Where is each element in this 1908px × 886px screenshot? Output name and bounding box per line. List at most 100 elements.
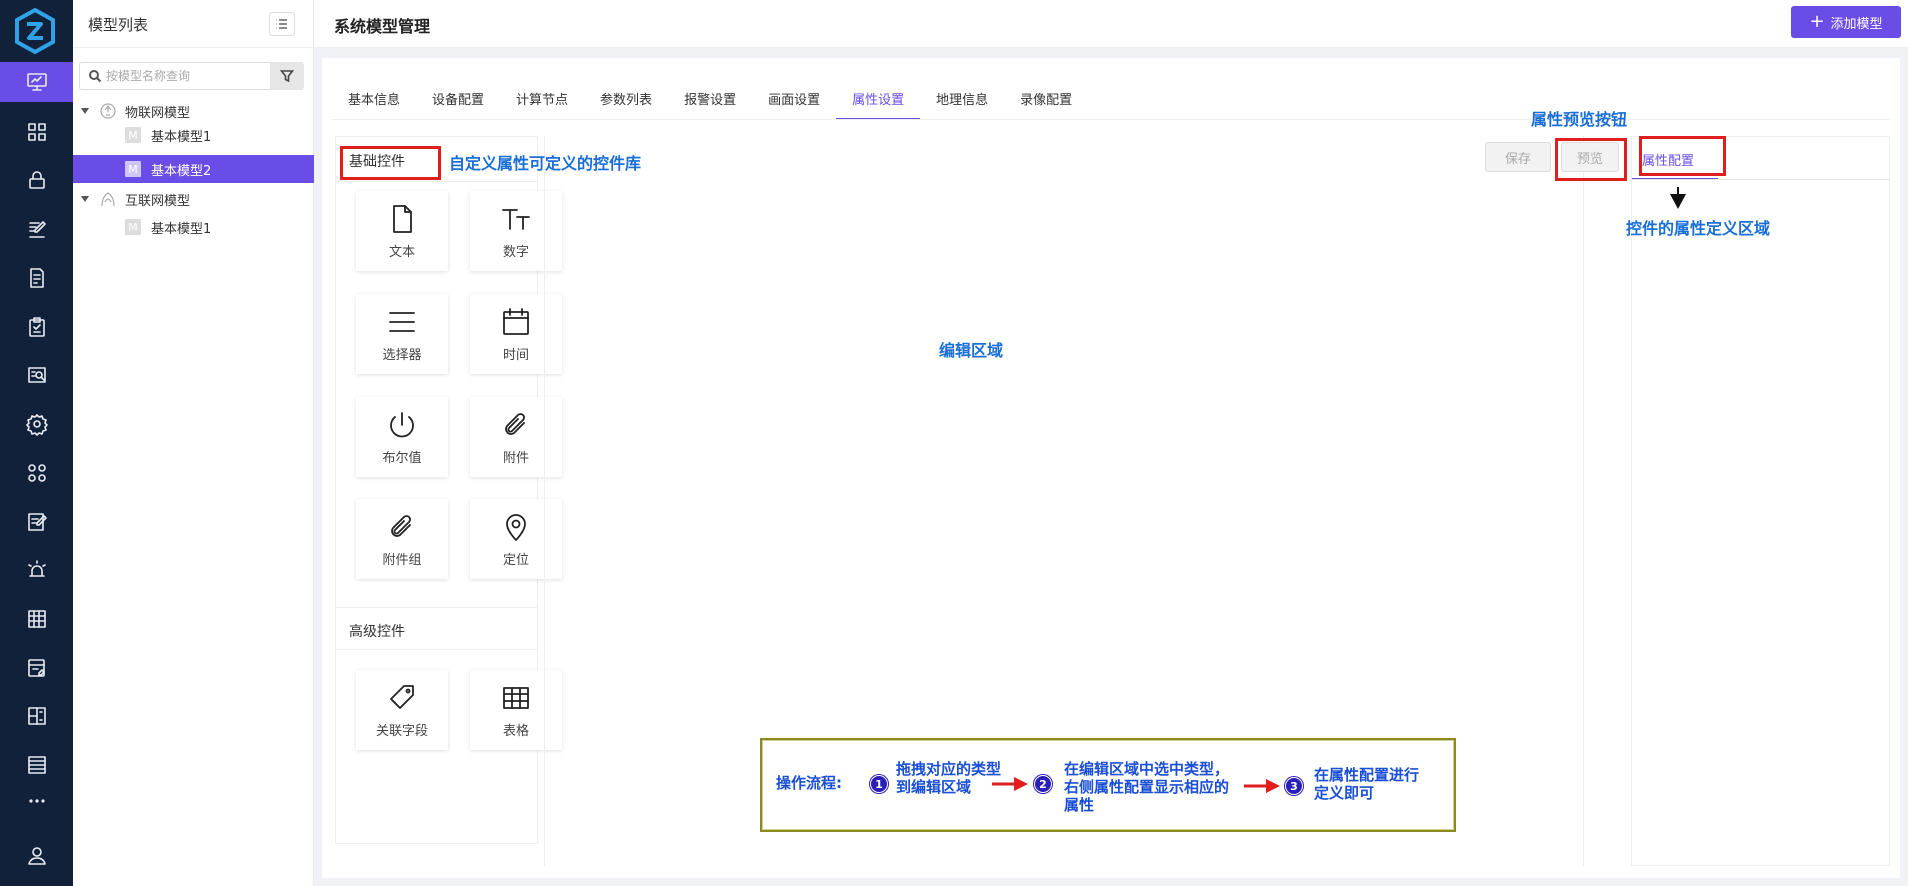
- nav-table-grid-icon[interactable]: [0, 599, 73, 639]
- search-icon: [89, 70, 102, 83]
- tab-geo-info[interactable]: 地理信息: [920, 82, 1004, 120]
- tab-divider: [332, 119, 1890, 120]
- nav-alarm-icon[interactable]: [0, 550, 73, 590]
- control-selector[interactable]: 选择器: [356, 294, 448, 374]
- control-label: 文本: [388, 245, 415, 260]
- tree-title: 模型列表: [88, 16, 149, 34]
- nav-screen-search-icon[interactable]: [0, 356, 73, 396]
- control-label: 关联字段: [375, 724, 428, 739]
- tree-node-model[interactable]: M 基本模型1: [73, 213, 314, 241]
- step-number: 3: [1285, 777, 1303, 795]
- control-attachment-group[interactable]: 附件组: [356, 499, 448, 579]
- iot-group-icon: [99, 102, 117, 120]
- annotation-library-note: 自定义属性可定义的控件库: [449, 154, 642, 173]
- annotation-box-attr-tab: [1639, 136, 1726, 176]
- page-title: 系统模型管理: [334, 17, 431, 36]
- nav-checklist-icon[interactable]: [0, 307, 73, 347]
- tab-param-list[interactable]: 参数列表: [584, 82, 668, 120]
- tree-node-label: 互联网模型: [125, 193, 191, 209]
- control-label: 时间: [502, 348, 529, 363]
- nav-more-icon[interactable]: [0, 781, 73, 821]
- caret-down-icon[interactable]: [81, 196, 89, 202]
- filter-button[interactable]: [270, 62, 304, 90]
- tag-icon: [390, 685, 414, 709]
- tab-screen-settings[interactable]: 画面设置: [752, 82, 836, 120]
- location-icon: [506, 514, 526, 541]
- control-library: 基础控件 文本 数字 选择器 时间 布尔值 附件 附件组 定位 高级控件 关联字…: [335, 136, 562, 844]
- attribute-panel: [1631, 136, 1890, 866]
- divider: [336, 607, 537, 608]
- calendar-icon: [503, 308, 529, 335]
- tree-node-label: 基本模型1: [151, 129, 212, 145]
- table-icon: [503, 687, 529, 709]
- nav-note-icon[interactable]: [0, 258, 73, 298]
- control-label: 附件组: [382, 553, 422, 568]
- nav-edit-doc-icon[interactable]: [0, 648, 73, 688]
- control-related-field[interactable]: 关联字段: [356, 670, 448, 750]
- tree-node-model[interactable]: M 基本模型1: [73, 121, 314, 149]
- paperclip-icon: [391, 515, 411, 537]
- nav-edit-icon[interactable]: [0, 210, 73, 250]
- annotation-preview-note: 属性预览按钮: [1531, 110, 1628, 129]
- tab-video-config[interactable]: 录像配置: [1004, 82, 1088, 120]
- annotation-editor-note: 编辑区域: [939, 341, 1004, 360]
- file-icon: [393, 205, 412, 233]
- flow-step-3: 在属性配置进行定义即可: [1314, 766, 1420, 802]
- nav-rail: [0, 0, 73, 886]
- control-label: 布尔值: [382, 451, 422, 466]
- control-boolean[interactable]: 布尔值: [356, 397, 448, 477]
- tree-node-model-selected[interactable]: M 基本模型2: [73, 155, 314, 183]
- nav-list-icon[interactable]: [0, 745, 73, 785]
- save-button[interactable]: 保存: [1485, 142, 1551, 172]
- control-label: 数字: [502, 245, 529, 260]
- tab-attribute-settings[interactable]: 属性设置: [836, 82, 921, 120]
- tab-basic-info[interactable]: 基本信息: [332, 82, 416, 120]
- tab-compute-node[interactable]: 计算节点: [500, 82, 584, 120]
- nav-grid-icon[interactable]: [0, 112, 73, 152]
- app-logo-icon[interactable]: [10, 6, 60, 56]
- control-text[interactable]: 文本: [356, 191, 448, 271]
- control-label: 选择器: [382, 348, 422, 363]
- nav-gear-icon[interactable]: [0, 404, 73, 444]
- tree-node-label: 基本模型1: [151, 221, 212, 237]
- tree-node-label: 基本模型2: [151, 163, 212, 179]
- tab-device-config[interactable]: 设备配置: [416, 82, 500, 120]
- list-icon: [276, 19, 287, 29]
- arrow-right-icon: [1244, 779, 1280, 793]
- nav-apps-icon[interactable]: [0, 453, 73, 493]
- tree-header: 模型列表: [73, 0, 314, 48]
- annotation-attr-note: 控件的属性定义区域: [1626, 219, 1771, 238]
- nav-edit2-icon[interactable]: [0, 502, 73, 542]
- advanced-controls-title: 高级控件: [349, 624, 405, 640]
- divider: [336, 649, 537, 650]
- menu-icon: [389, 312, 415, 332]
- list-toggle-button[interactable]: [269, 12, 295, 36]
- model-badge: M: [125, 219, 141, 235]
- caret-down-icon[interactable]: [81, 108, 89, 114]
- text-size-icon: [502, 209, 530, 230]
- annotation-box-preview: [1555, 138, 1627, 181]
- internet-group-icon: [99, 190, 117, 208]
- tab-alarm-settings[interactable]: 报警设置: [668, 82, 752, 120]
- model-tree-panel: 模型列表 物联网模型 M 基本模型1 M 基本模型2 互联网模型 M 基本模型1: [73, 0, 314, 886]
- flow-step-1: 拖拽对应的类型到编辑区域: [896, 760, 1002, 796]
- annotation-box-library: [340, 146, 441, 180]
- step-number: 2: [1034, 775, 1052, 793]
- nav-monitor-icon[interactable]: [0, 62, 73, 102]
- model-badge: M: [125, 127, 141, 143]
- nav-lock-icon[interactable]: [0, 160, 73, 200]
- tab-bar: 基本信息 设备配置 计算节点 参数列表 报警设置 画面设置 属性设置 地理信息 …: [332, 82, 1088, 120]
- tree-node-group[interactable]: 互联网模型: [73, 185, 314, 213]
- add-model-button[interactable]: + 添加模型: [1791, 6, 1901, 38]
- model-badge: M: [125, 161, 141, 177]
- tree-search-input[interactable]: [106, 69, 276, 83]
- power-icon: [390, 412, 414, 438]
- control-label: 定位: [502, 553, 529, 568]
- nav-user-icon[interactable]: [0, 836, 73, 876]
- divider: [336, 181, 537, 182]
- arrow-right-icon: [992, 777, 1028, 791]
- nav-dashboard-icon[interactable]: [0, 696, 73, 736]
- tree-search: [79, 62, 276, 90]
- flow-step-2: 在编辑区域中选中类型，右侧属性配置显示相应的属性: [1064, 760, 1230, 814]
- control-label: 附件: [502, 451, 529, 466]
